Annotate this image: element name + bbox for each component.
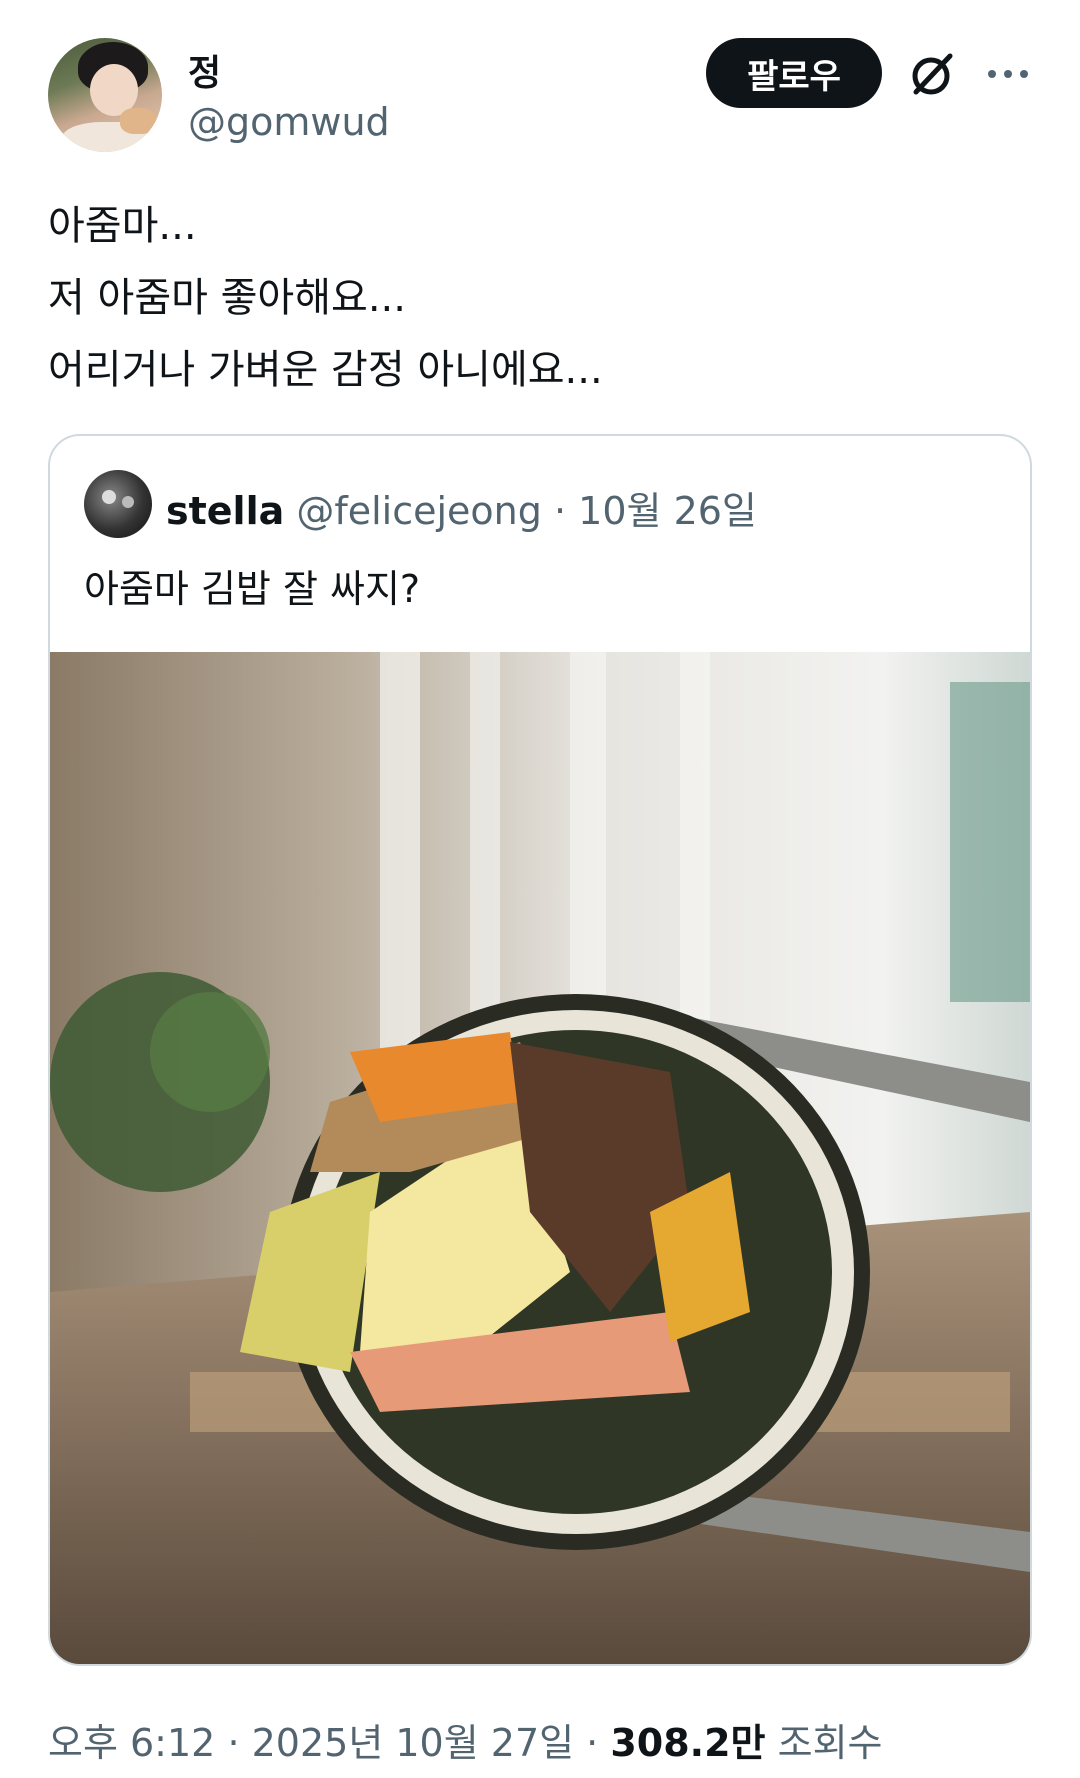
post-time[interactable]: 오후 6:12: [48, 1721, 215, 1765]
grok-icon[interactable]: [904, 46, 960, 102]
separator: ·: [227, 1721, 240, 1765]
more-icon[interactable]: [980, 46, 1036, 102]
quoted-tweet-card[interactable]: stella @felicejeong · 10월 26일 아줌마 김밥 잘 싸…: [48, 434, 1032, 1666]
tweet-line: 아줌마...: [48, 203, 197, 249]
avatar-food: [120, 108, 156, 134]
author-avatar[interactable]: [48, 38, 162, 152]
tweet-line: 어리거나 가벼운 감정 아니에요...: [48, 347, 603, 393]
views-label: 조회수: [777, 1721, 883, 1765]
quoted-author-avatar: [84, 470, 152, 538]
quoted-header: stella @felicejeong · 10월 26일: [166, 480, 757, 535]
author-name[interactable]: 정: [188, 44, 221, 96]
post-date[interactable]: 2025년 10월 27일: [252, 1721, 574, 1765]
quoted-date: 10월 26일: [578, 489, 757, 533]
avatar-detail: [102, 490, 116, 504]
quoted-photo[interactable]: [50, 652, 1030, 1664]
author-handle[interactable]: @gomwud: [188, 100, 390, 144]
quoted-author-name: stella: [166, 489, 285, 533]
tweet-meta: 오후 6:12 · 2025년 10월 27일 · 308.2만 조회수: [48, 1712, 883, 1767]
tweet-line: 저 아줌마 좋아해요...: [48, 275, 406, 321]
tweet-text: 아줌마... 저 아줌마 좋아해요... 어리거나 가벼운 감정 아니에요...: [48, 190, 1008, 406]
follow-button[interactable]: 팔로우: [706, 38, 882, 108]
separator: ·: [553, 489, 567, 533]
views-count: 308.2만: [610, 1721, 766, 1765]
avatar-detail: [122, 496, 134, 508]
separator: ·: [586, 1721, 599, 1765]
quoted-author-handle: @felicejeong: [296, 489, 542, 533]
quoted-text: 아줌마 김밥 잘 싸지?: [84, 567, 421, 611]
